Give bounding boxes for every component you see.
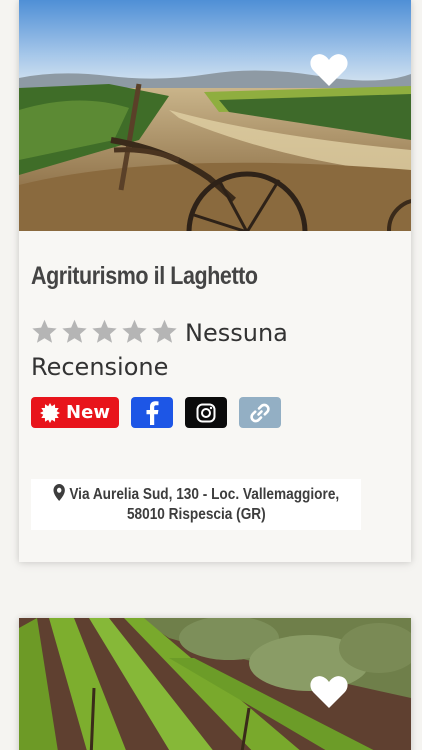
address-box[interactable]: Via Aurelia Sud, 130 - Loc. Vallemaggior… [31,479,361,530]
instagram-icon [196,403,216,422]
listing-page: Agriturismo il Laghetto Nessuna Recensio… [0,0,422,750]
address-line-2: 58010 Rispescia (GR) [126,506,266,523]
star-icon [61,318,88,345]
starburst-icon [40,402,61,423]
listing-title[interactable]: Agriturismo il Laghetto [31,262,258,291]
vineyard-with-old-wheel-photo[interactable] [19,0,411,231]
instagram-button[interactable] [185,397,227,428]
star-rating [31,316,181,350]
new-badge-label: New [66,402,110,423]
address-line-1: Via Aurelia Sud, 130 - Loc. Vallemaggior… [68,486,339,503]
vineyard-rows-photo[interactable] [19,618,411,750]
favorite-heart-icon[interactable] [309,52,349,88]
star-icon [121,318,148,345]
map-pin-icon [53,484,65,501]
website-link-button[interactable] [239,397,281,428]
facebook-button[interactable] [131,397,173,428]
address: Via Aurelia Sud, 130 - Loc. Vallemaggior… [53,484,339,525]
facebook-icon [146,400,159,425]
listing-card[interactable] [19,618,411,750]
link-icon [250,403,270,422]
star-icon [91,318,118,345]
rating: Nessuna Recensione [31,316,331,384]
favorite-heart-icon[interactable] [309,674,349,710]
star-icon [31,318,58,345]
new-badge: New [31,397,119,428]
star-icon [151,318,178,345]
